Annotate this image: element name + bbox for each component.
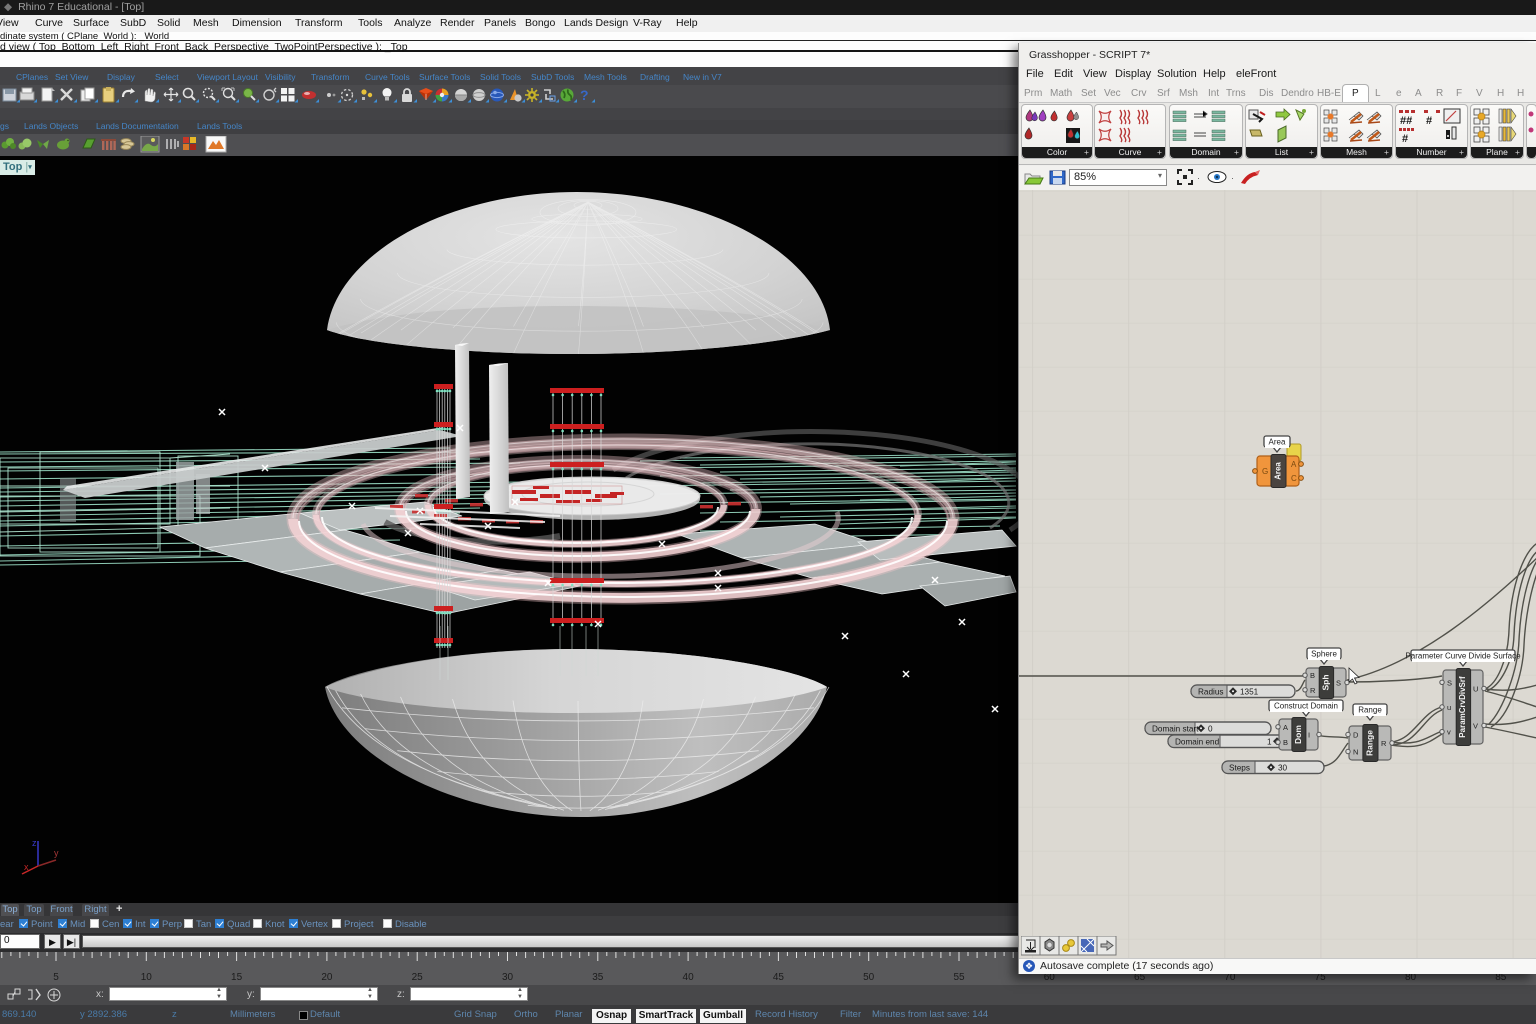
- svg-text:Radius: Radius: [1198, 687, 1224, 696]
- svg-text:·: ·: [1197, 173, 1200, 183]
- svg-text:10: 10: [141, 972, 153, 983]
- svg-text:Area: Area: [1274, 462, 1283, 480]
- svg-text:Sphere: Sphere: [1311, 650, 1337, 659]
- svg-text:Domain start: Domain start: [1152, 724, 1199, 733]
- svg-text:30: 30: [1278, 763, 1288, 772]
- svg-text:?: ?: [580, 87, 589, 103]
- svg-text:U: U: [1473, 685, 1478, 694]
- svg-text:z: z: [32, 838, 37, 848]
- svg-text:Area: Area: [1269, 438, 1286, 447]
- svg-text:5: 5: [53, 972, 59, 983]
- svg-text:D: D: [1353, 731, 1359, 740]
- svg-text:Parameter Curve Divide Surface: Parameter Curve Divide Surface: [1405, 652, 1521, 661]
- svg-text:40: 40: [683, 972, 695, 983]
- svg-text:Steps: Steps: [1229, 763, 1250, 772]
- svg-text:R: R: [1310, 686, 1316, 695]
- svg-text:A: A: [1283, 723, 1288, 732]
- svg-text:1: 1: [1267, 737, 1272, 746]
- svg-text:u: u: [1447, 703, 1451, 712]
- svg-text:I: I: [1308, 731, 1310, 740]
- svg-text:Sph: Sph: [1320, 674, 1330, 690]
- svg-text:Construct Domain: Construct Domain: [1274, 702, 1338, 711]
- svg-text:C: C: [1291, 474, 1297, 483]
- svg-text:55: 55: [953, 972, 965, 983]
- svg-text:Range: Range: [1364, 730, 1374, 756]
- svg-text:#: #: [1426, 115, 1432, 127]
- svg-text:#: #: [1402, 133, 1408, 145]
- svg-text:y: y: [54, 848, 59, 858]
- svg-text:1351: 1351: [1240, 687, 1259, 696]
- svg-text:Dom: Dom: [1293, 725, 1303, 744]
- svg-text:50: 50: [863, 972, 875, 983]
- svg-text:x: x: [24, 862, 29, 872]
- svg-text:Range: Range: [1358, 706, 1382, 715]
- svg-text:##: ##: [1400, 115, 1412, 127]
- svg-text:·: ·: [1231, 173, 1234, 183]
- svg-text:15: 15: [231, 972, 243, 983]
- svg-text:30: 30: [502, 972, 514, 983]
- svg-text:S: S: [1336, 679, 1341, 688]
- svg-text:20: 20: [321, 972, 333, 983]
- svg-text:ParamCrvDivSrf: ParamCrvDivSrf: [1458, 676, 1467, 738]
- svg-text:N: N: [1353, 748, 1358, 757]
- svg-text:0: 0: [1208, 724, 1213, 733]
- svg-text:v: v: [1447, 728, 1451, 737]
- svg-text:45: 45: [773, 972, 785, 983]
- svg-text:B: B: [1310, 671, 1315, 680]
- svg-text:Domain end: Domain end: [1175, 737, 1220, 746]
- svg-text:B: B: [1283, 738, 1288, 747]
- svg-text:25: 25: [412, 972, 424, 983]
- svg-text:G: G: [1262, 467, 1268, 476]
- svg-text:35: 35: [592, 972, 604, 983]
- svg-text:S: S: [1447, 678, 1452, 687]
- svg-text:R: R: [1381, 739, 1387, 748]
- svg-text:A: A: [1291, 460, 1297, 469]
- svg-text:V: V: [1473, 722, 1478, 731]
